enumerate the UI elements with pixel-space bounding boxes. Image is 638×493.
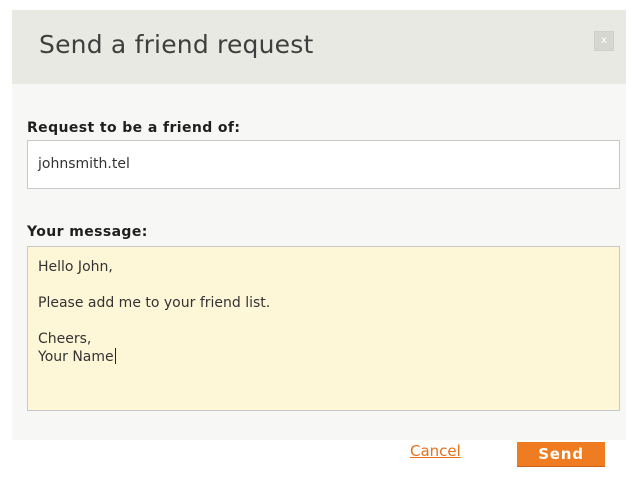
text-caret [114, 348, 116, 364]
dialog-header: Send a friend request x [12, 10, 626, 84]
dialog-title: Send a friend request [39, 30, 314, 59]
cancel-link[interactable]: Cancel [410, 442, 461, 460]
close-icon: x [601, 35, 607, 46]
dialog-body: Request to be a friend of: johnsmith.tel… [12, 84, 626, 440]
close-button[interactable]: x [594, 31, 614, 51]
message-line: Hello John, [38, 259, 113, 275]
friend-request-dialog: Send a friend request x Request to be a … [0, 0, 638, 493]
friend-input[interactable]: johnsmith.tel [27, 140, 620, 189]
message-line: Cheers, [38, 331, 92, 347]
friend-field-label: Request to be a friend of: [27, 120, 241, 136]
message-line: Please add me to your friend list. [38, 295, 271, 311]
message-field-label: Your message: [27, 224, 148, 240]
message-line-last: Your Name [38, 348, 609, 366]
message-textarea[interactable]: Hello John, Please add me to your friend… [27, 246, 620, 411]
message-line [38, 312, 609, 330]
message-line-text: Your Name [38, 349, 114, 365]
send-button[interactable]: Send [517, 442, 605, 467]
message-line [38, 276, 609, 294]
